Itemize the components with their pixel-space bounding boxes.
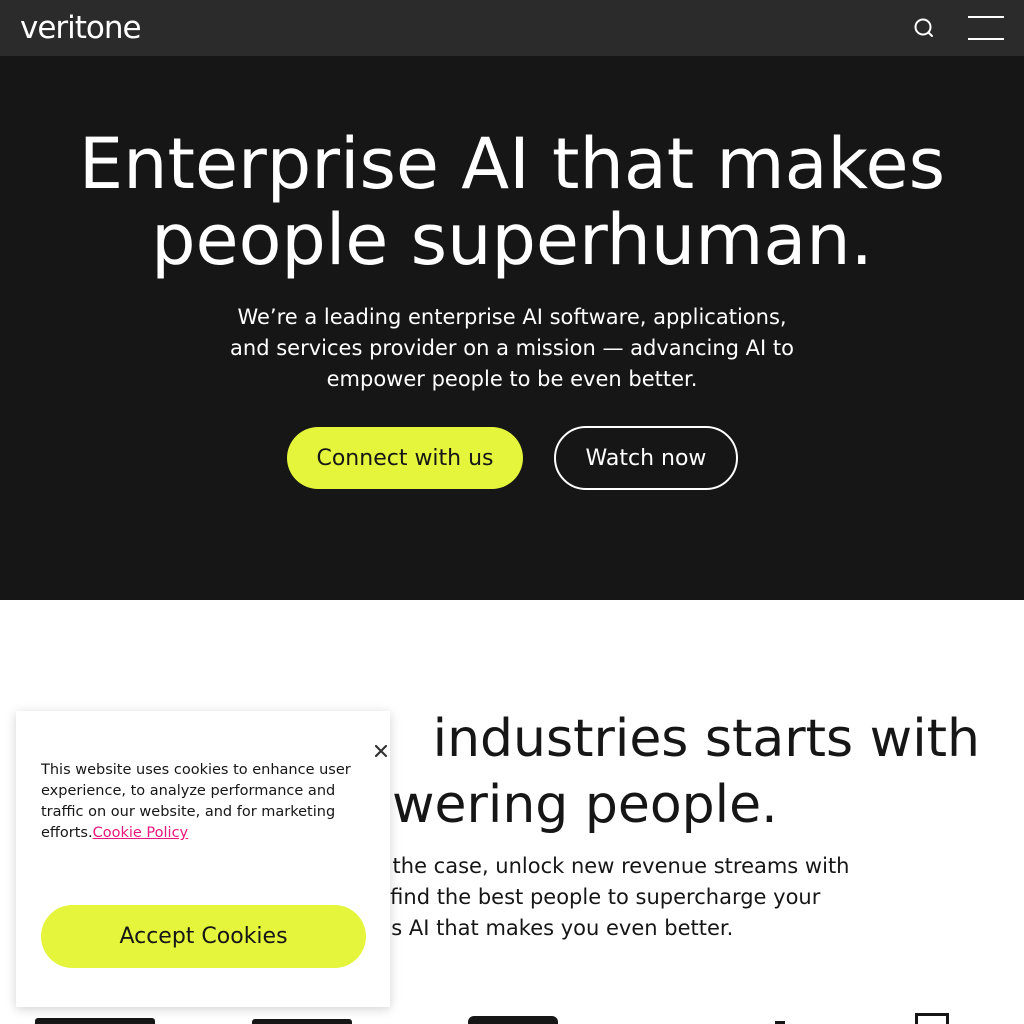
hero-section: Enterprise AI that makes people superhum… [0, 56, 1024, 600]
cookie-message: This website uses cookies to enhance use… [41, 760, 361, 844]
client-logo-2 [252, 1019, 352, 1024]
hero-subtitle-line-1: We’re a leading enterprise AI software, … [237, 305, 787, 329]
client-logo-5 [915, 1013, 949, 1024]
connect-with-us-button[interactable]: Connect with us [287, 427, 523, 489]
industries-body-line-1: es the case, unlock new revenue streams … [362, 854, 850, 878]
hero-title-line-1: Enterprise AI that makes [78, 123, 946, 205]
hero-subtitle-line-2: and services provider on a mission — adv… [230, 336, 794, 360]
hamburger-menu-icon[interactable] [966, 14, 1006, 42]
top-navigation-bar: veritone [0, 0, 1024, 56]
cookie-policy-link[interactable]: Cookie Policy [93, 825, 189, 841]
hero-title-line-2: people superhuman. [151, 199, 873, 281]
cookie-message-text: This website uses cookies to enhance use… [41, 762, 351, 841]
hero-subtitle-line-3: empower people to be even better. [326, 367, 698, 391]
hero-title: Enterprise AI that makes people superhum… [0, 126, 1024, 278]
hero-subtitle: We’re a leading enterprise AI software, … [222, 302, 802, 395]
industries-heading-line-2: wering people. [392, 775, 778, 835]
client-logo-1 [35, 1018, 155, 1024]
industries-body: es the case, unlock new revenue streams … [362, 851, 902, 944]
accept-cookies-button[interactable]: Accept Cookies [41, 905, 366, 968]
watch-now-button[interactable]: Watch now [554, 426, 738, 490]
search-icon[interactable] [910, 14, 938, 42]
client-logos-strip [0, 1008, 1024, 1024]
cookie-consent-banner: This website uses cookies to enhance use… [16, 711, 390, 1007]
close-icon[interactable] [370, 740, 392, 762]
industries-body-line-2: or find the best people to supercharge y… [362, 885, 821, 909]
industries-body-line-3: is is AI that makes you even better. [362, 916, 734, 940]
veritone-logo[interactable]: veritone [20, 10, 142, 46]
client-logo-3 [468, 1016, 558, 1024]
